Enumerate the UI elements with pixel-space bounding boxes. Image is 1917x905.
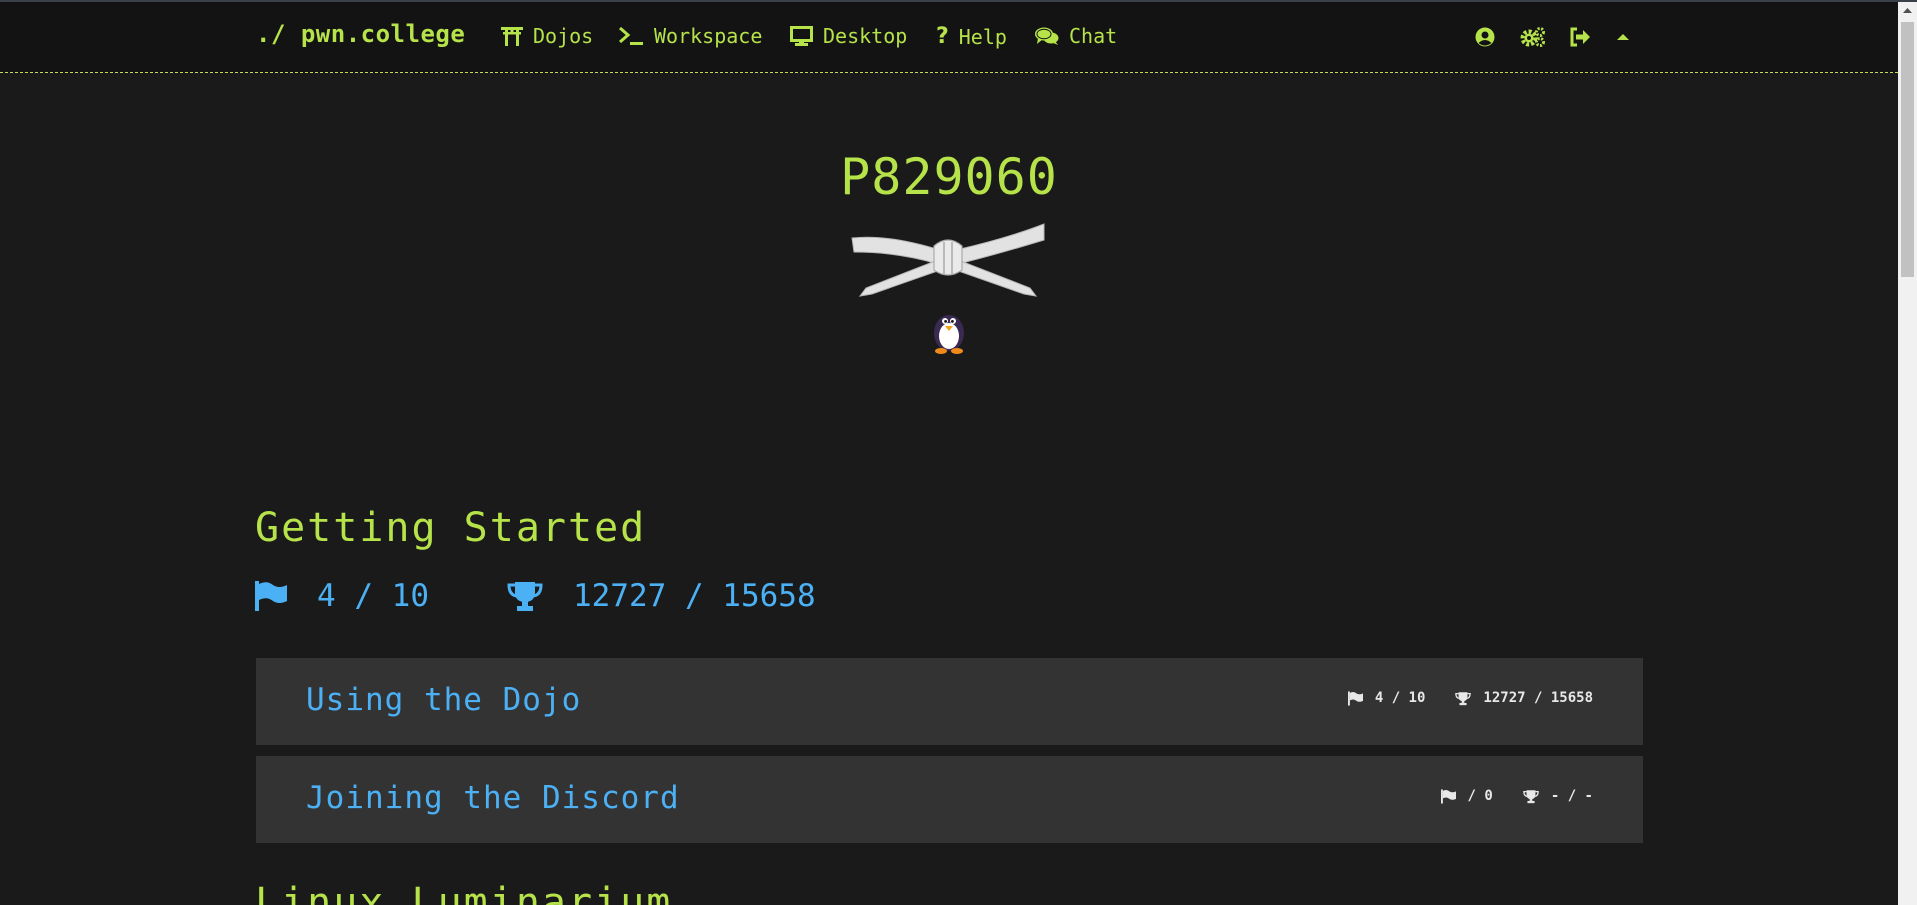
nav-dojos-label: Dojos	[533, 24, 594, 48]
module-solved: 4 / 10	[1347, 690, 1426, 706]
nav-dojos[interactable]: Dojos	[501, 24, 593, 48]
trophy-icon	[1523, 789, 1539, 803]
desktop-icon	[790, 26, 813, 46]
vertical-scrollbar[interactable]	[1898, 2, 1917, 905]
comments-icon	[1035, 27, 1059, 45]
section-title: Getting Started	[255, 505, 647, 551]
section-stats: 4 / 10 12727 / 15658	[255, 578, 816, 614]
module-points: - / -	[1523, 788, 1593, 804]
module-points: 12727 / 15658	[1455, 690, 1593, 706]
logout-button[interactable]	[1569, 24, 1591, 50]
navbar: ./ pwn.college Dojos Workspace Desktop ?…	[0, 2, 1898, 73]
belt-icon	[851, 223, 1045, 297]
page: ./ pwn.college Dojos Workspace Desktop ?…	[0, 0, 1917, 905]
flag-icon	[1440, 788, 1456, 804]
nav-help-label: Help	[958, 24, 1007, 49]
module-title[interactable]: Using the Dojo	[306, 682, 581, 718]
trophy-icon	[507, 582, 543, 611]
nav-chat[interactable]: Chat	[1035, 24, 1117, 48]
flag-icon	[1347, 690, 1363, 706]
nav-desktop[interactable]: Desktop	[790, 24, 907, 48]
module-stats: 4 / 10 12727 / 15658	[1347, 690, 1593, 706]
module-solved: / 0	[1440, 788, 1493, 804]
sign-out-icon	[1570, 27, 1590, 47]
trophy-icon	[1455, 691, 1472, 705]
module-solved-count: 4 / 10	[1374, 690, 1426, 706]
nav-help[interactable]: ? Help	[936, 24, 1007, 49]
section-solved: 4 / 10	[255, 578, 429, 614]
nav-chat-label: Chat	[1069, 24, 1118, 48]
nav-workspace-label: Workspace	[654, 24, 763, 48]
next-section-title: Linux Luminarium	[255, 880, 673, 905]
scroll-up-arrow-icon[interactable]	[1898, 2, 1917, 19]
collapse-toggle[interactable]	[1616, 24, 1630, 50]
caret-up-icon	[1617, 34, 1629, 40]
module-title[interactable]: Joining the Discord	[306, 780, 680, 816]
module-stats: / 0 - / -	[1440, 788, 1593, 804]
module-solved-count: / 0	[1467, 788, 1493, 804]
module-points-count: 12727 / 15658	[1483, 690, 1593, 706]
cogs-icon	[1520, 27, 1545, 47]
terminal-icon	[619, 26, 643, 45]
settings-button[interactable]	[1520, 24, 1546, 50]
flag-icon	[255, 581, 287, 611]
nav-workspace[interactable]: Workspace	[618, 24, 762, 48]
scrollbar-thumb[interactable]	[1901, 22, 1914, 277]
section-solved-count: 4 / 10	[317, 578, 429, 614]
profile-button[interactable]	[1475, 24, 1495, 50]
user-circle-icon	[1475, 27, 1495, 47]
brand-link[interactable]: ./ pwn.college	[256, 20, 465, 48]
section-points: 12727 / 15658	[507, 578, 816, 614]
module-card[interactable]: Using the Dojo 4 / 10 12727 / 15658	[256, 658, 1643, 745]
username: P829060	[840, 148, 1058, 206]
module-card[interactable]: Joining the Discord / 0 - / -	[256, 756, 1643, 843]
module-points-count: - / -	[1550, 788, 1593, 804]
penguin-avatar	[934, 315, 964, 354]
torii-gate-icon	[501, 27, 523, 46]
section-points-count: 12727 / 15658	[572, 578, 816, 614]
nav-desktop-label: Desktop	[823, 24, 908, 48]
question-icon: ?	[936, 24, 949, 49]
